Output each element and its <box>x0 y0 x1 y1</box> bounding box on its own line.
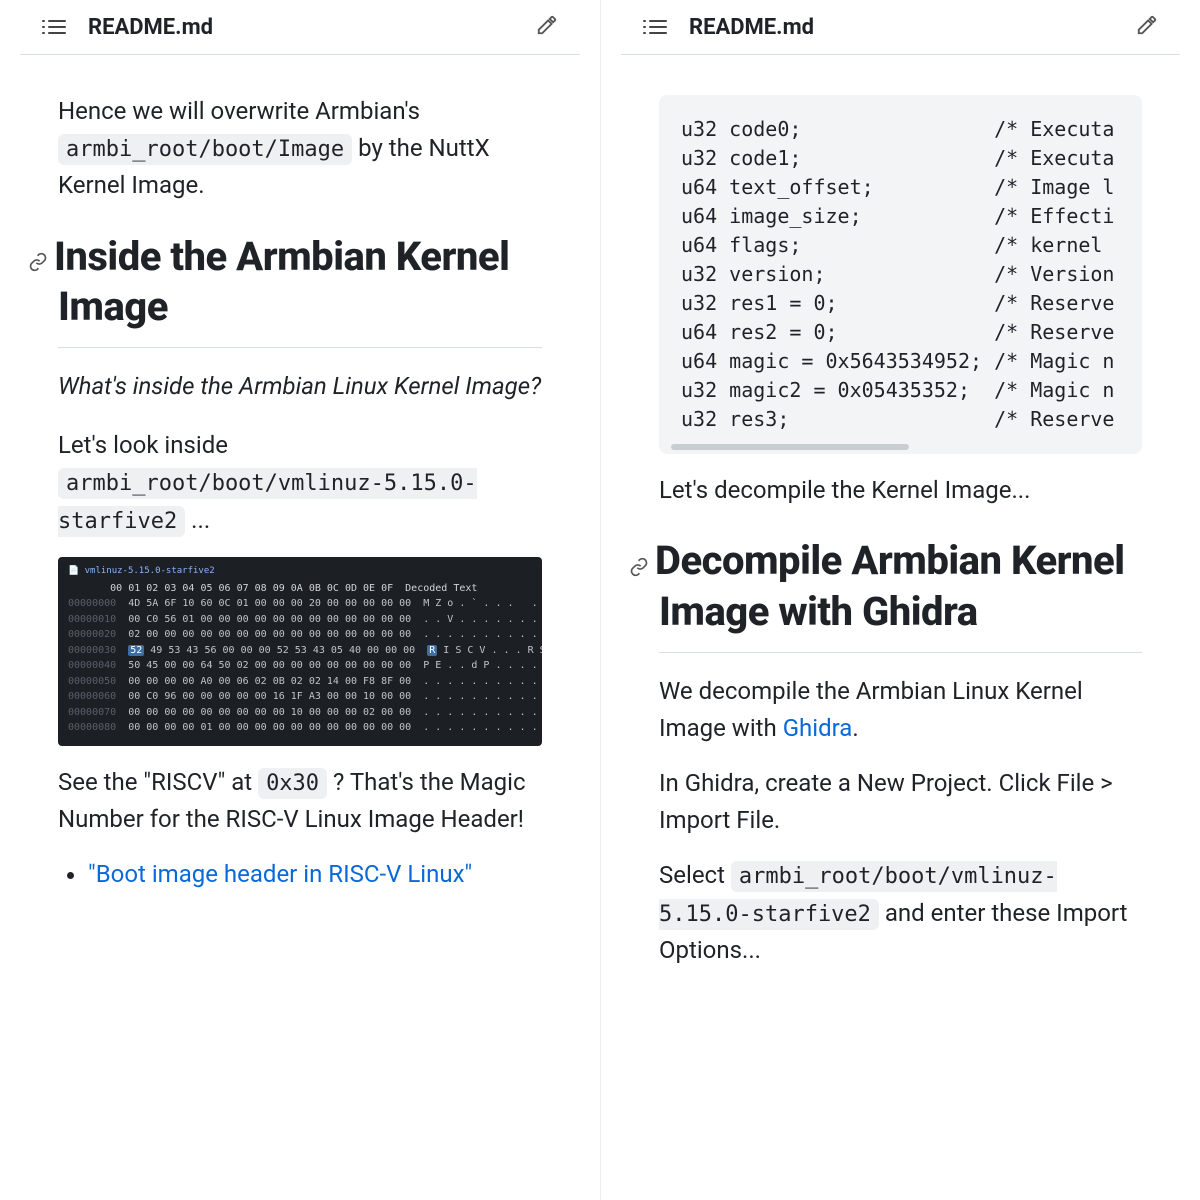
file-header: README.md <box>20 0 580 55</box>
paragraph: Select armbi_root/boot/vmlinuz-5.15.0-st… <box>659 857 1142 969</box>
boot-header-link[interactable]: "Boot image header in RISC-V Linux" <box>88 860 472 888</box>
hex-header: 00 01 02 03 04 05 06 07 08 09 0A 0B 0C 0… <box>68 581 532 597</box>
file-name: README.md <box>689 15 814 40</box>
paragraph: In Ghidra, create a New Project. Click F… <box>659 765 1142 839</box>
link-icon[interactable] <box>28 235 54 283</box>
paragraph: We decompile the Armbian Linux Kernel Im… <box>659 673 1142 747</box>
link-list: "Boot image header in RISC-V Linux" <box>88 856 542 893</box>
hex-dump: 📄 vmlinuz-5.15.0-starfive2 00 01 02 03 0… <box>58 557 542 746</box>
divider <box>58 347 542 348</box>
section-heading: Inside the Armbian Kernel Image <box>58 233 542 331</box>
hex-row: 00000020 02 00 00 00 00 00 00 00 00 00 0… <box>68 627 532 643</box>
text: Select <box>659 861 731 889</box>
text: Let's look inside <box>58 431 228 459</box>
hex-row: 00000040 50 45 00 00 64 50 02 00 00 00 0… <box>68 658 532 674</box>
file-name: README.md <box>88 15 213 40</box>
list-item: "Boot image header in RISC-V Linux" <box>88 856 542 893</box>
text: . <box>852 714 858 742</box>
toc-icon[interactable] <box>48 16 70 38</box>
hex-row: 00000070 00 00 00 00 00 00 00 00 00 10 0… <box>68 705 532 721</box>
pane-right: README.md u32 code0; /* Executa u32 code… <box>600 0 1200 1200</box>
text: We decompile the Armbian Linux Kernel Im… <box>659 677 1083 742</box>
ghidra-link[interactable]: Ghidra <box>783 714 853 742</box>
divider <box>659 652 1142 653</box>
file-header: README.md <box>621 0 1180 55</box>
heading-text: Decompile Armbian Kernel Image with Ghid… <box>655 537 1125 634</box>
text: ... <box>191 506 210 534</box>
hex-row: 00000050 00 00 00 00 A0 00 06 02 0B 02 0… <box>68 674 532 690</box>
heading-text: Inside the Armbian Kernel Image <box>54 233 509 330</box>
look-paragraph: Let's look inside armbi_root/boot/vmlinu… <box>58 427 542 539</box>
hex-filename: 📄 vmlinuz-5.15.0-starfive2 <box>68 565 532 579</box>
pane-left: README.md Hence we will overwrite Armbia… <box>0 0 600 1200</box>
after-hex-paragraph: See the "RISCV" at 0x30 ? That's the Mag… <box>58 764 542 838</box>
section-heading: Decompile Armbian Kernel Image with Ghid… <box>659 537 1142 635</box>
text: Hence we will overwrite Armbian's <box>58 97 420 125</box>
hex-row: 00000030 52 49 53 43 56 00 00 00 52 53 4… <box>68 643 532 659</box>
intro-paragraph: Hence we will overwrite Armbian's armbi_… <box>58 93 542 205</box>
content-right: u32 code0; /* Executa u32 code1; /* Exec… <box>601 55 1200 1007</box>
inline-code: 0x30 <box>258 768 327 799</box>
edit-icon[interactable] <box>536 14 558 40</box>
lead-text: What's inside the Armbian Linux Kernel I… <box>58 368 542 405</box>
text: See the "RISCV" at <box>58 768 258 796</box>
hex-row: 00000010 00 C0 56 01 00 00 00 00 00 00 0… <box>68 612 532 628</box>
code-block: u32 code0; /* Executa u32 code1; /* Exec… <box>659 95 1142 454</box>
inline-code: armbi_root/boot/vmlinuz-5.15.0-starfive2 <box>58 468 477 536</box>
link-icon[interactable] <box>629 540 655 588</box>
hex-row: 00000080 00 00 00 00 01 00 00 00 00 00 0… <box>68 720 532 736</box>
hex-row: 00000000 4D 5A 6F 10 60 0C 01 00 00 00 2… <box>68 596 532 612</box>
after-code-paragraph: Let's decompile the Kernel Image... <box>659 472 1142 509</box>
content-left: Hence we will overwrite Armbian's armbi_… <box>0 55 600 927</box>
inline-code: armbi_root/boot/Image <box>58 134 352 165</box>
toc-icon[interactable] <box>649 16 671 38</box>
edit-icon[interactable] <box>1136 14 1158 40</box>
hex-row: 00000060 00 C0 96 00 00 00 00 00 16 1F A… <box>68 689 532 705</box>
